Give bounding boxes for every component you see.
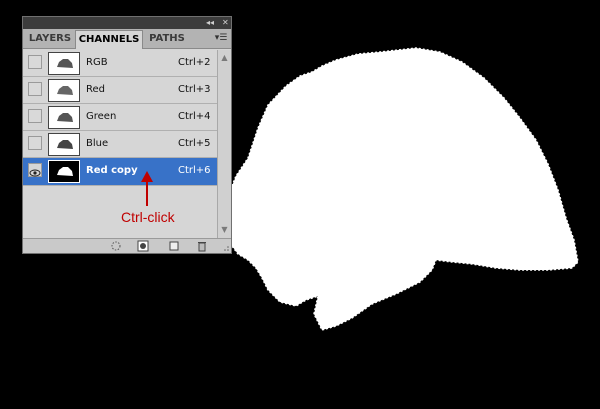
annotation-text: Ctrl-click	[121, 209, 175, 225]
annotation-arrow	[141, 171, 153, 206]
